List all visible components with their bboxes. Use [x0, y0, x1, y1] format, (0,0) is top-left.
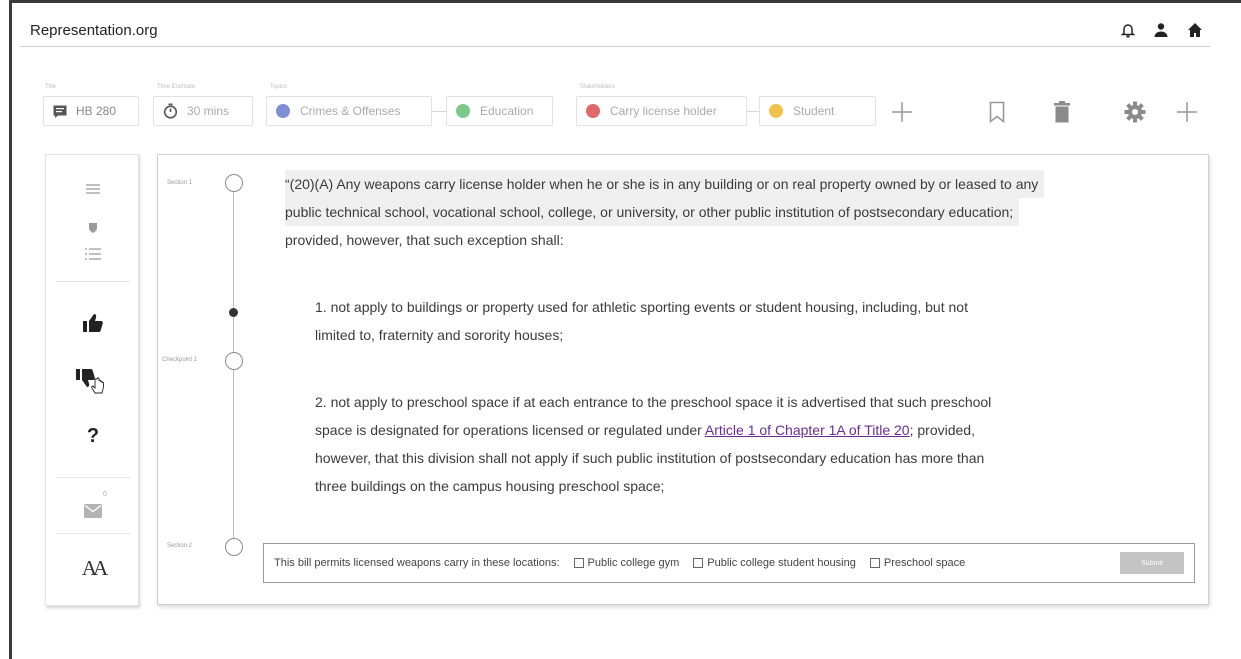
stakeholder-label: Carry license holder [610, 104, 717, 118]
home-icon[interactable] [1187, 22, 1203, 38]
help-question-icon[interactable]: ? [46, 423, 140, 449]
checkbox[interactable] [869, 558, 880, 568]
stakeholder-color-dot [586, 104, 600, 118]
quiz-option-gym[interactable]: Public college gym [573, 557, 680, 569]
stakeholder-label: Student [793, 104, 835, 118]
checkbox[interactable] [573, 558, 584, 568]
time-label: Time Estimate [157, 84, 196, 90]
bill-text-line: 2. not apply to preschool space if at ea… [315, 394, 992, 410]
mail-count-badge: 0 [103, 491, 107, 498]
bill-text-line: public technical school, vocational scho… [285, 198, 1020, 226]
stopwatch-icon [163, 103, 178, 119]
bill-text-line: three buildings on the campus housing pr… [315, 478, 665, 494]
time-chip[interactable]: 30 mins [153, 96, 253, 126]
stakeholder-chip-carry[interactable]: Carry license holder [576, 96, 747, 126]
header-divider [20, 46, 1210, 47]
timeline-node-section1[interactable] [225, 174, 243, 192]
bill-text-line: 1. not apply to buildings or property us… [315, 299, 968, 315]
bill-text-line: “(20)(A) Any weapons carry license holde… [285, 170, 1045, 198]
quiz-question: This bill permits licensed weapons carry… [274, 557, 560, 569]
trash-icon[interactable] [1050, 100, 1074, 124]
topic-chip-crimes[interactable]: Crimes & Offenses [266, 96, 432, 126]
quiz-option-housing[interactable]: Public college student housing [693, 557, 856, 569]
checkpoint-quiz: This bill permits licensed weapons carry… [263, 543, 1195, 583]
timeline-label-section1: Section 1 [167, 180, 193, 186]
gear-icon[interactable] [1123, 100, 1147, 124]
bill-text-line: limited to, fraternity and sorority hous… [315, 327, 564, 343]
left-sidebar: ? 0 AA [45, 154, 139, 606]
time-value: 30 mins [187, 104, 230, 118]
statute-link[interactable]: Article 1 of Chapter 1A of Title 20 [705, 422, 910, 438]
bill-text-segment: ; provided, [909, 422, 975, 438]
text-size-icon[interactable]: AA [46, 555, 140, 581]
quiz-option-label: Public college gym [587, 557, 680, 569]
sidebar-divider [56, 477, 130, 478]
thumbs-up-icon[interactable] [46, 313, 140, 333]
user-icon[interactable] [1153, 22, 1169, 38]
topic-color-dot [456, 104, 470, 118]
title-value: HB 280 [76, 104, 117, 118]
timeline-node-section2[interactable] [225, 538, 243, 556]
timeline-label-checkpoint1: Checkpoint 1 [162, 357, 198, 363]
header-icons [1121, 22, 1203, 38]
quiz-option-preschool[interactable]: Preschool space [869, 557, 966, 569]
comment-icon [53, 105, 67, 118]
shield-icon[interactable] [46, 221, 140, 235]
timeline-current-dot[interactable] [229, 308, 238, 317]
bill-text-line: provided, however, that such exception s… [285, 232, 564, 248]
top-bar: Representation.org [20, 22, 1220, 46]
stakeholder-chip-student[interactable]: Student [759, 96, 876, 126]
topic-label: Crimes & Offenses [300, 104, 401, 118]
title-label: Title [45, 84, 57, 90]
list-icon[interactable] [46, 247, 140, 261]
sidebar-divider [56, 281, 130, 282]
menu-icon[interactable] [46, 181, 140, 197]
add-plus-icon[interactable] [1175, 100, 1199, 124]
bill-text-segment: space is designated for operations licen… [315, 422, 705, 438]
stakeholder-connector [747, 111, 759, 112]
topics-label: Topics [270, 84, 288, 90]
quiz-option-label: Preschool space [883, 557, 966, 569]
site-title[interactable]: Representation.org [30, 22, 158, 39]
quiz-option-label: Public college student housing [707, 557, 856, 569]
bell-icon[interactable] [1121, 22, 1135, 38]
topic-connector [432, 111, 446, 112]
title-chip[interactable]: HB 280 [43, 96, 139, 126]
topic-chip-education[interactable]: Education [446, 96, 553, 126]
checkbox[interactable] [693, 558, 704, 568]
stakeholder-color-dot [769, 104, 783, 118]
bookmark-icon[interactable] [985, 100, 1009, 124]
bill-item-1: 1. not apply to buildings or property us… [315, 293, 1135, 349]
bill-paragraph-intro: “(20)(A) Any weapons carry license holde… [285, 170, 1165, 254]
topic-label: Education [480, 104, 534, 118]
mail-icon[interactable] [46, 503, 140, 519]
thumbs-down-icon[interactable] [46, 368, 140, 398]
add-stakeholder-plus-icon[interactable] [890, 100, 914, 124]
bill-text-line: however, that this division shall not ap… [315, 450, 985, 466]
timeline-node-checkpoint1[interactable] [225, 352, 243, 370]
submit-button[interactable]: Submit [1120, 552, 1184, 574]
stakeholders-label: Stakeholders [580, 84, 616, 90]
timeline-label-section2: Section 2 [167, 543, 193, 549]
topic-color-dot [276, 104, 290, 118]
bill-item-2: 2. not apply to preschool space if at ea… [315, 388, 1135, 500]
sidebar-divider [56, 533, 130, 534]
